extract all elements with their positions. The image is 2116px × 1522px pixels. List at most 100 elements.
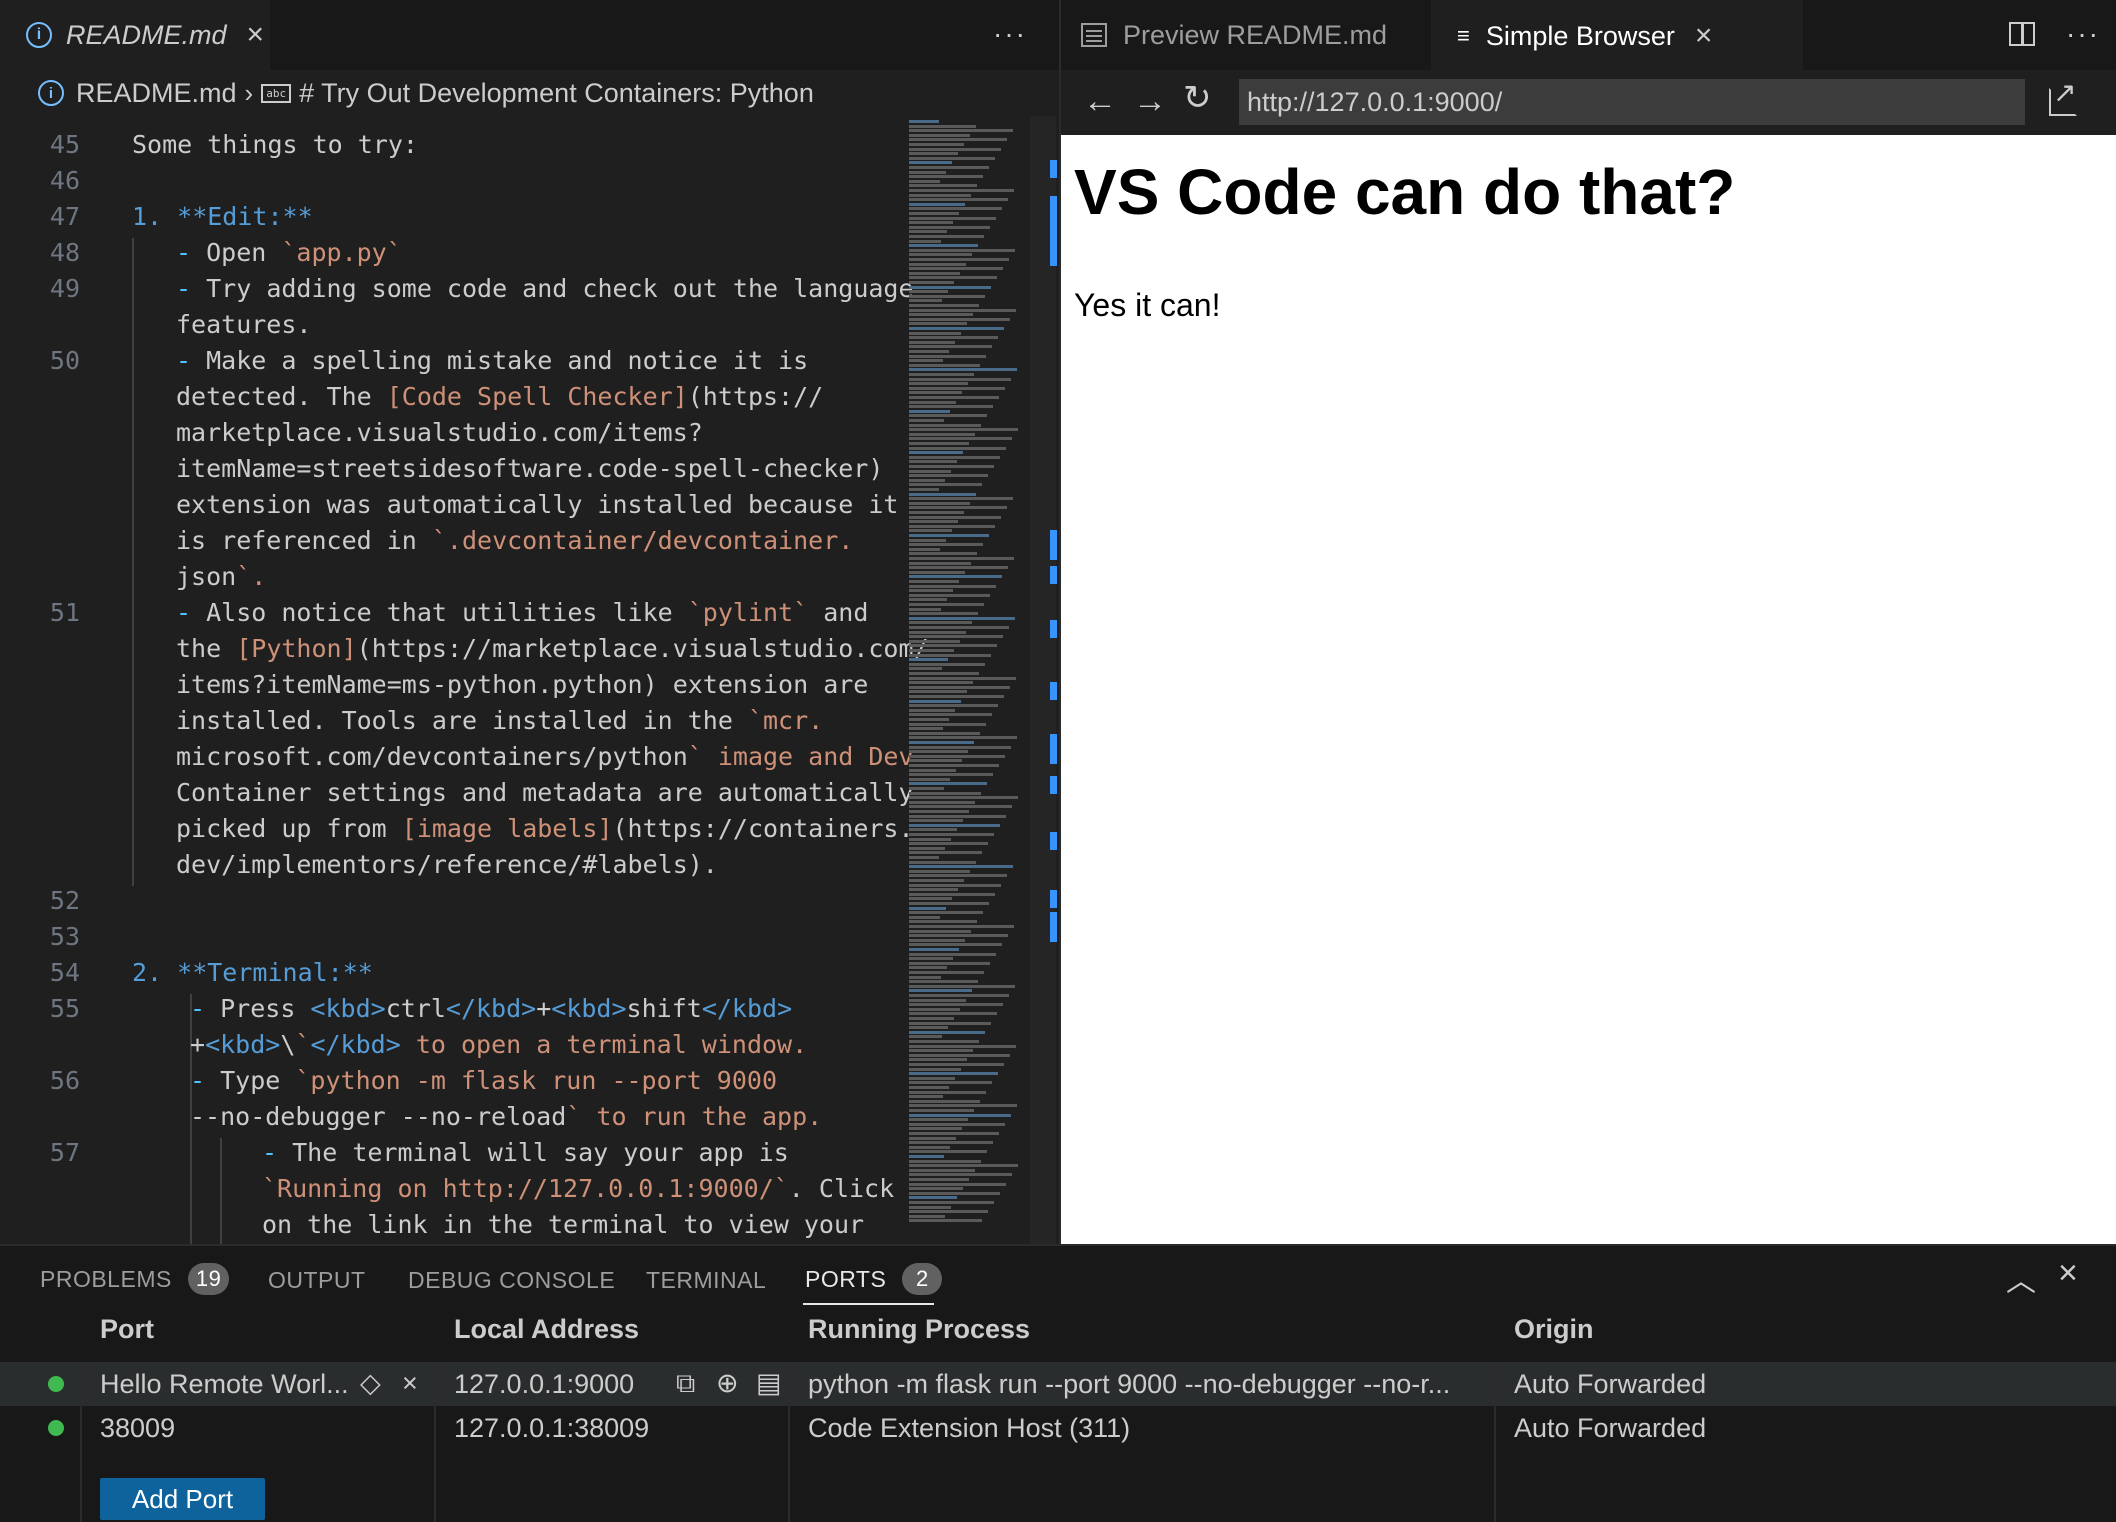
open-external-icon[interactable] [2049, 76, 2077, 116]
code-line: is referenced in `.devcontainer/devconta… [176, 526, 854, 555]
more-actions-icon[interactable]: ··· [2066, 18, 2100, 50]
back-arrow-icon[interactable]: ← [1083, 82, 1117, 121]
stop-forward-icon[interactable]: × [402, 1368, 418, 1399]
code-line: +<kbd>\`</kbd> to open a terminal window… [190, 1030, 808, 1059]
tab-problems[interactable]: PROBLEMS 19 [40, 1263, 230, 1295]
tab-readme[interactable]: i README.md × [0, 0, 270, 70]
running-process: python -m flask run --port 9000 --no-deb… [808, 1369, 1451, 1399]
tab-preview-readme[interactable]: Preview README.md [1061, 0, 1431, 70]
minimap-line [909, 879, 964, 882]
globe-icon[interactable]: ⊕ [716, 1368, 739, 1399]
editor-tab-bar-right: Preview README.md ≡ Simple Browser × ··· [1061, 0, 2116, 70]
minimap-line [909, 957, 953, 961]
code-line: installed. Tools are installed in the `m… [176, 706, 824, 735]
table-row[interactable]: Hello Remote Worl... ◇ × 127.0.0.1:9000 … [0, 1362, 2116, 1406]
tag-icon[interactable]: ◇ [360, 1368, 381, 1399]
code-line: json`. [176, 562, 267, 591]
close-icon[interactable]: × [1695, 19, 1713, 53]
minimap-line [909, 704, 998, 708]
close-panel-icon[interactable]: × [2058, 1254, 2078, 1293]
column-separator [80, 1362, 82, 1522]
minimap-line [909, 1122, 1005, 1126]
minimap-line [909, 1099, 980, 1103]
local-address[interactable]: 127.0.0.1:38009 [454, 1413, 649, 1444]
column-header-port[interactable]: Port [100, 1314, 154, 1345]
minimap-line [909, 290, 948, 294]
tab-terminal[interactable]: TERMINAL [646, 1267, 766, 1294]
minimap-line [909, 511, 964, 514]
minimap-line [909, 791, 981, 795]
code-line: detected. The [Code Spell Checker](https… [176, 382, 824, 411]
minimap-line [909, 998, 966, 1002]
breadcrumb-section[interactable]: # Try Out Development Containers: Python [299, 78, 814, 109]
tab-ports[interactable]: PORTS 2 [805, 1263, 943, 1295]
minimap-line [909, 221, 953, 225]
preview-in-editor-icon[interactable]: ▤ [756, 1368, 782, 1399]
minimap-line [909, 1017, 954, 1020]
minimap-line [909, 773, 993, 777]
split-editor-icon[interactable] [2009, 22, 2035, 46]
minimap-line [909, 961, 990, 965]
minimap-line [909, 681, 973, 685]
tab-simple-browser[interactable]: ≡ Simple Browser × [1431, 0, 1803, 70]
port-label[interactable]: Hello Remote Worl... [100, 1369, 349, 1400]
ports-table: Port Local Address Running Process Origi… [0, 1306, 2116, 1522]
minimap-line [909, 276, 997, 280]
running-process: Code Extension Host (311) [808, 1413, 1131, 1443]
minimap-line [909, 621, 972, 625]
tab-readme-label: README.md [66, 19, 227, 50]
column-header-running-process[interactable]: Running Process [808, 1314, 1030, 1345]
column-header-origin[interactable]: Origin [1514, 1314, 1594, 1345]
editor-scrollbar[interactable] [1030, 116, 1056, 1244]
minimap-line [909, 179, 940, 183]
code-line: - Type `python -m flask run --port 9000 [190, 1066, 778, 1095]
breadcrumb-file[interactable]: README.md [76, 78, 237, 109]
minimap-line [909, 543, 983, 547]
minimap-line [909, 373, 974, 376]
scrollbar-marker [1050, 890, 1057, 908]
minimap-line [909, 667, 942, 671]
minimap-line [909, 699, 961, 703]
code-editor[interactable]: 45 Some things to try: 46 47 1. **Edit:** 48 -… [0, 116, 1059, 1244]
close-icon[interactable]: × [247, 18, 265, 52]
reload-icon[interactable]: ↻ [1183, 78, 1212, 118]
tab-preview-label: Preview README.md [1123, 19, 1388, 50]
add-port-button[interactable]: Add Port [100, 1478, 265, 1520]
minimap-line [909, 363, 980, 367]
local-address[interactable]: 127.0.0.1:9000 [454, 1369, 634, 1400]
minimap-line [909, 377, 1011, 381]
copy-address-icon[interactable]: ⧉ [676, 1368, 695, 1400]
minimap-line [909, 1081, 992, 1085]
scrollbar-marker [1050, 776, 1057, 794]
column-separator [788, 1362, 790, 1522]
minimap-line [909, 1035, 942, 1039]
code-line: extension was automatically installed be… [176, 490, 899, 519]
webview[interactable]: VS Code can do that? Yes it can! [1061, 135, 2116, 1244]
tab-browser-label: Simple Browser [1485, 20, 1675, 51]
minimap-line [909, 975, 941, 979]
code-line: marketplace.visualstudio.com/items? [176, 418, 703, 447]
tab-output[interactable]: OUTPUT [268, 1267, 366, 1294]
table-row[interactable]: 38009 127.0.0.1:38009 Code Extension Hos… [0, 1406, 2116, 1450]
forward-arrow-icon[interactable]: → [1133, 82, 1167, 121]
minimap-line [909, 782, 987, 786]
chevron-up-icon[interactable]: ︿ [2006, 1256, 2036, 1300]
minimap-line [909, 492, 976, 496]
minimap[interactable] [905, 116, 1025, 1244]
minimap-line [909, 805, 1012, 809]
minimap-line [909, 1205, 951, 1209]
minimap-line [909, 1113, 1011, 1117]
minimap-line [909, 695, 1004, 698]
minimap-line [909, 354, 986, 358]
more-actions-icon[interactable]: ··· [993, 18, 1027, 50]
line-number: 47 [49, 202, 80, 231]
tab-debug-console[interactable]: DEBUG CONSOLE [408, 1267, 615, 1294]
minimap-line [909, 400, 956, 404]
port-status-icon [48, 1420, 64, 1436]
minimap-line [909, 281, 954, 284]
minimap-line [909, 906, 946, 910]
minimap-line [909, 161, 952, 165]
port-label[interactable]: 38009 [100, 1413, 175, 1444]
column-header-local-address[interactable]: Local Address [454, 1314, 639, 1345]
url-input[interactable]: http://127.0.0.1:9000/ [1239, 79, 2025, 125]
